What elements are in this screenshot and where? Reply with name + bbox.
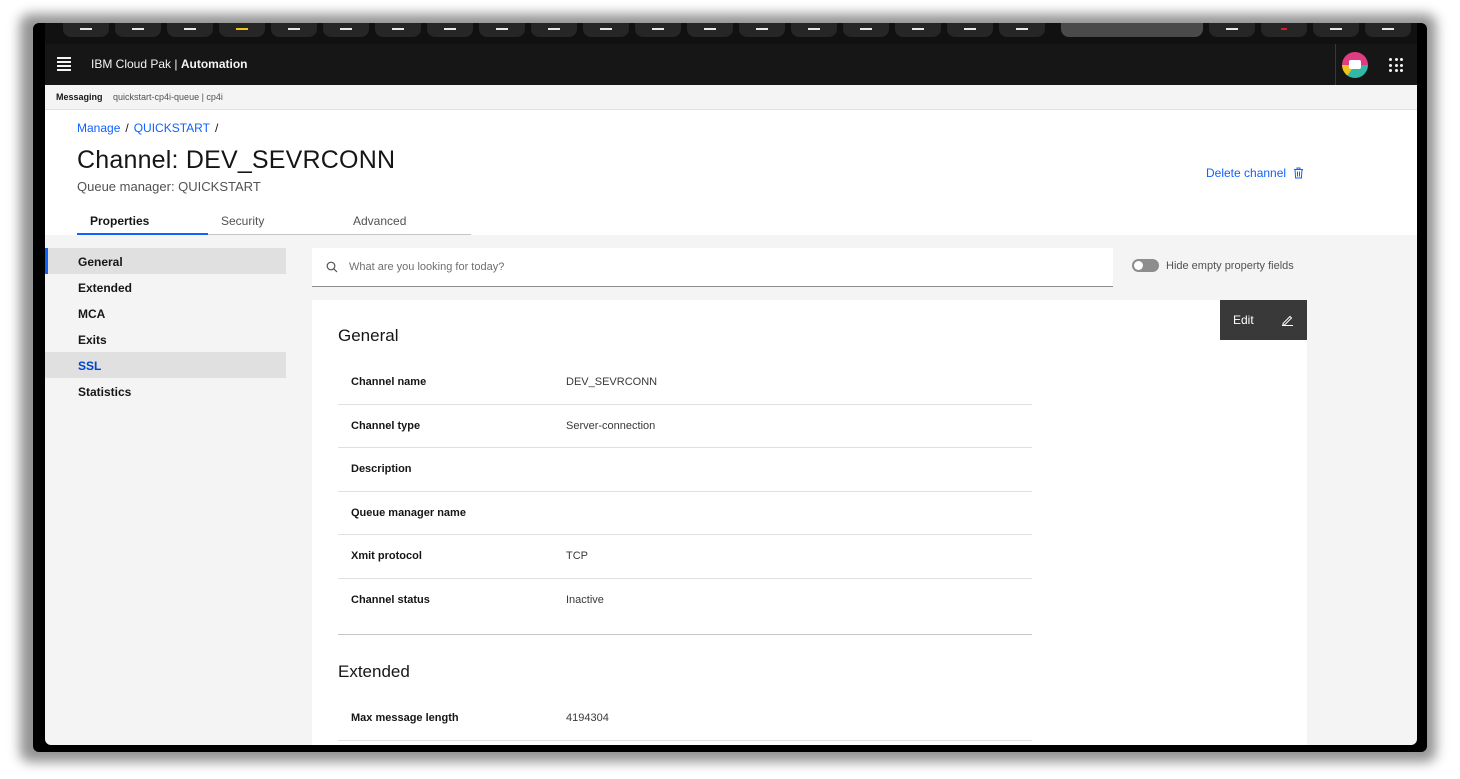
hide-empty-toggle[interactable] (1132, 259, 1159, 272)
browser-tab[interactable] (791, 23, 837, 37)
brand-prefix: IBM Cloud Pak | (91, 57, 181, 71)
property-value: Server-connection (566, 419, 656, 432)
property-row: Channel status Inactive (338, 579, 1032, 623)
breadcrumb: Manage / QUICKSTART / (77, 121, 223, 135)
tab-advanced[interactable]: Advanced (340, 208, 471, 235)
property-key: Max message length (351, 712, 459, 725)
search-icon (326, 261, 338, 273)
edit-button-label: Edit (1233, 313, 1254, 327)
property-key: Description (351, 463, 412, 476)
section-divider (338, 634, 1032, 635)
menu-icon[interactable] (57, 57, 71, 71)
browser-tab-strip (45, 23, 1417, 44)
extended-properties-list: Max message length 4194304 (338, 697, 1032, 741)
browser-tab[interactable] (115, 23, 161, 37)
properties-panel: Edit General Channel name DEV_SEVRCONN C… (312, 300, 1307, 745)
browser-tab[interactable] (531, 23, 577, 37)
property-value: TCP (566, 550, 588, 563)
sidenav-item-exits[interactable]: Exits (45, 326, 286, 352)
property-value: Inactive (566, 594, 604, 607)
browser-tab[interactable] (427, 23, 473, 37)
context-path: quickstart-cp4i-queue | cp4i (113, 92, 223, 102)
breadcrumb-manage[interactable]: Manage (77, 121, 120, 135)
search-bar (312, 248, 1113, 287)
browser-tab[interactable] (895, 23, 941, 37)
assistant-chat-icon[interactable] (1342, 52, 1368, 78)
browser-tab[interactable] (947, 23, 993, 37)
sidenav-item-general[interactable]: General (45, 248, 286, 274)
delete-channel-button[interactable]: Delete channel (1206, 166, 1304, 180)
browser-tab[interactable] (219, 23, 265, 37)
sidenav-item-extended[interactable]: Extended (45, 274, 286, 300)
browser-tab[interactable] (63, 23, 109, 37)
property-value: DEV_SEVRCONN (566, 376, 658, 389)
context-section[interactable]: Messaging (56, 92, 103, 102)
brand-product: Automation (180, 57, 248, 71)
property-key: Queue manager name (351, 506, 466, 519)
page-subtitle: Queue manager: QUICKSTART (77, 179, 261, 194)
brand-name[interactable]: IBM Cloud Pak | Automation (91, 57, 247, 71)
property-row: Max message length 4194304 (338, 697, 1032, 741)
sidenav-item-ssl[interactable]: SSL (45, 352, 286, 378)
pencil-icon (1281, 315, 1293, 326)
top-header: IBM Cloud Pak | Automation (45, 44, 1417, 85)
browser-tab[interactable] (739, 23, 785, 37)
browser-tab[interactable] (375, 23, 421, 37)
browser-tab[interactable] (479, 23, 525, 37)
browser-tab[interactable] (271, 23, 317, 37)
browser-tab[interactable] (635, 23, 681, 37)
delete-channel-label: Delete channel (1206, 166, 1287, 180)
browser-tab[interactable] (167, 23, 213, 37)
browser-tab[interactable] (323, 23, 369, 37)
breadcrumb-queue-manager[interactable]: QUICKSTART (134, 121, 210, 135)
edit-button[interactable]: Edit (1220, 300, 1307, 340)
browser-tab-active[interactable] (1061, 23, 1203, 37)
page-header: Manage / QUICKSTART / Channel: DEV_SEVRCONN… (45, 110, 1417, 235)
browser-tab[interactable] (1313, 23, 1359, 37)
tab-properties[interactable]: Properties (77, 208, 208, 235)
hide-empty-toggle-group: Hide empty property fields (1132, 259, 1294, 272)
section-title-extended: Extended (338, 662, 410, 681)
breadcrumb-separator: / (214, 121, 219, 135)
context-bar: Messaging quickstart-cp4i-queue | cp4i (45, 85, 1417, 110)
header-divider (1335, 44, 1336, 85)
app-switcher-icon[interactable] (1389, 58, 1403, 72)
property-row: Queue manager name (338, 492, 1032, 535)
browser-tab[interactable] (687, 23, 733, 37)
breadcrumb-separator: / (125, 121, 129, 135)
property-key: Channel type (351, 419, 421, 432)
property-key: Channel name (351, 376, 427, 389)
window-frame: IBM Cloud Pak | Automation Messaging qui… (33, 23, 1427, 752)
property-row: Xmit protocol TCP (338, 535, 1032, 579)
property-row: Channel type Server-connection (338, 405, 1032, 448)
sidenav-item-statistics[interactable]: Statistics (45, 378, 286, 404)
property-key: Xmit protocol (351, 550, 422, 563)
sidenav-item-mca[interactable]: MCA (45, 300, 286, 326)
section-title-general: General (338, 326, 399, 345)
browser-tab[interactable] (843, 23, 889, 37)
browser-tab[interactable] (1365, 23, 1411, 37)
property-value: 4194304 (566, 712, 609, 725)
browser-tab[interactable] (1261, 23, 1307, 37)
hide-empty-toggle-label: Hide empty property fields (1166, 259, 1294, 272)
trash-icon (1294, 167, 1304, 179)
app-screen: IBM Cloud Pak | Automation Messaging qui… (45, 23, 1417, 745)
general-properties-list: Channel name DEV_SEVRCONN Channel type S… (338, 361, 1032, 622)
browser-tab[interactable] (999, 23, 1045, 37)
property-row: Channel name DEV_SEVRCONN (338, 361, 1032, 405)
property-key: Channel status (351, 594, 430, 607)
tab-list: Properties Security Advanced (77, 208, 471, 235)
page-title: Channel: DEV_SEVRCONN (77, 146, 396, 174)
tab-security[interactable]: Security (208, 208, 340, 235)
property-row: Description (338, 448, 1032, 492)
browser-tab[interactable] (1209, 23, 1255, 37)
search-input[interactable] (349, 261, 1049, 273)
browser-tab[interactable] (583, 23, 629, 37)
side-nav: General Extended MCA Exits SSL Statistic… (45, 248, 286, 404)
